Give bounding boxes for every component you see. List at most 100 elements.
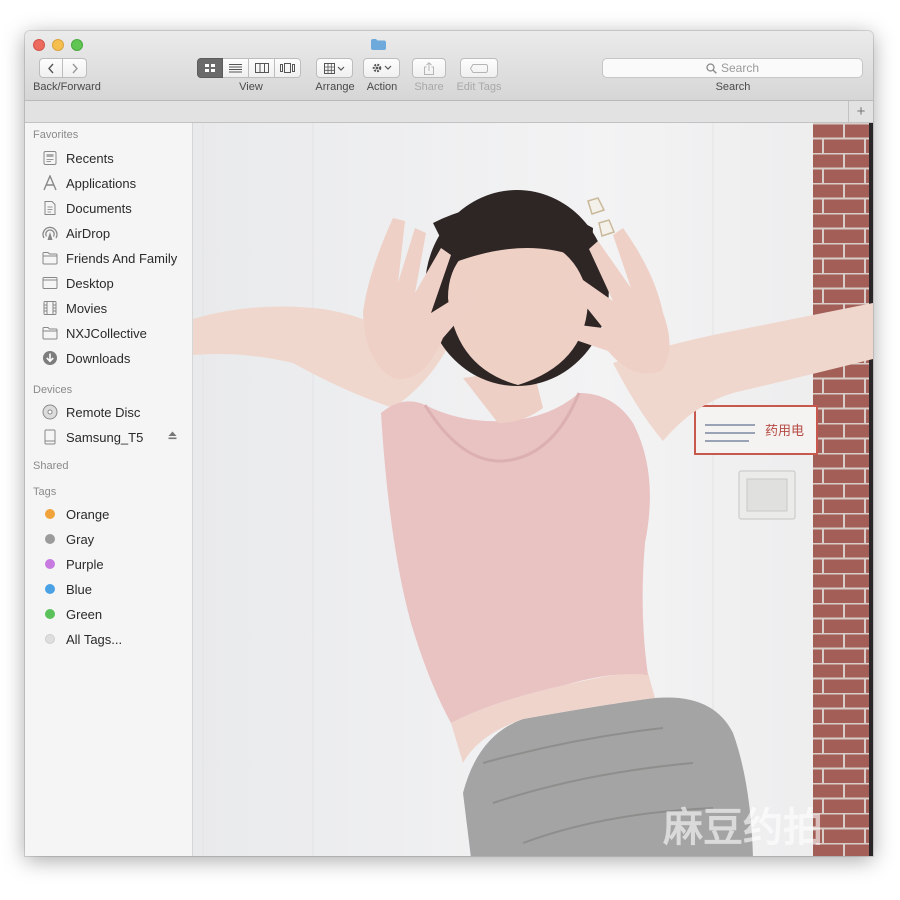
edit-tags-label: Edit Tags <box>456 81 502 93</box>
desktop-icon <box>41 275 59 291</box>
new-tab-button[interactable]: + <box>848 101 873 122</box>
search-placeholder: Search <box>720 61 760 75</box>
movies-icon <box>41 300 59 316</box>
share-button[interactable] <box>412 58 446 78</box>
sidebar-item-remote-disc[interactable]: Remote Disc <box>25 401 192 423</box>
sidebar-item-label: Documents <box>66 200 132 216</box>
sidebar-item-airdrop[interactable]: AirDrop <box>25 222 192 244</box>
icon-view-button[interactable] <box>197 58 223 78</box>
list-view-button[interactable] <box>223 58 249 78</box>
gallery-view-button[interactable] <box>275 58 301 78</box>
sidebar-tag-blue[interactable]: Blue <box>25 578 192 600</box>
drive-icon <box>41 429 59 445</box>
arrange-icon <box>323 62 344 74</box>
chevron-right-icon <box>71 63 78 73</box>
sidebar-item-label: NXJCollective <box>66 325 147 341</box>
search-icon <box>706 62 717 74</box>
back-button[interactable] <box>39 58 63 78</box>
tag-dot <box>45 609 55 619</box>
folder-icon <box>371 39 386 50</box>
sidebar-item-label: Applications <box>66 175 137 191</box>
tag-dot <box>45 584 55 594</box>
folder-icon <box>41 325 59 341</box>
forward-button[interactable] <box>63 58 87 78</box>
sidebar: Favorites Recents Applications Documents… <box>25 123 193 856</box>
sidebar-item-label: Orange <box>66 506 110 522</box>
sidebar-item-label: All Tags... <box>66 631 123 647</box>
view-label: View <box>239 81 263 93</box>
close-button[interactable] <box>33 39 45 51</box>
documents-icon <box>41 200 59 216</box>
folder-icon <box>41 250 59 266</box>
sidebar-item-friends-and-family[interactable]: Friends And Family <box>25 247 192 269</box>
wall-sign-text: 药用电 <box>765 424 804 439</box>
sidebar-item-movies[interactable]: Movies <box>25 297 192 319</box>
sidebar-item-documents[interactable]: Documents <box>25 197 192 219</box>
devices-header: Devices <box>33 384 73 396</box>
gallery-view-icon <box>280 63 295 73</box>
sidebar-tag-purple[interactable]: Purple <box>25 553 192 575</box>
sidebar-item-label: Remote Disc <box>66 404 141 420</box>
search-field[interactable]: Search <box>602 58 863 78</box>
back-forward-label: Back/Forward <box>33 81 101 93</box>
sidebar-item-samsung-t5[interactable]: Samsung_T5 <box>25 426 192 448</box>
sidebar-item-recents[interactable]: Recents <box>25 147 192 169</box>
tag-icon <box>470 63 488 73</box>
file-preview-area: 药用电 麻豆约拍 <box>193 123 873 856</box>
photo-preview: 药用电 麻豆约拍 <box>193 123 873 856</box>
sidebar-tag-orange[interactable]: Orange <box>25 503 192 525</box>
downloads-icon <box>41 350 59 366</box>
sidebar-item-label: Green <box>66 606 103 622</box>
column-view-icon <box>254 63 269 73</box>
action-label: Action <box>366 81 398 93</box>
arrange-button[interactable] <box>316 58 353 78</box>
tab-bar: + <box>25 101 873 123</box>
sidebar-item-label: Friends And Family <box>66 250 178 266</box>
watermark-text: 麻豆约拍 <box>663 805 823 851</box>
column-view-button[interactable] <box>249 58 275 78</box>
airdrop-icon <box>41 225 59 241</box>
favorites-header: Favorites <box>33 129 79 141</box>
share-icon <box>424 61 434 75</box>
chevron-left-icon <box>48 63 54 73</box>
sidebar-tag-green[interactable]: Green <box>25 603 192 625</box>
arrange-label: Arrange <box>315 81 355 93</box>
disc-icon <box>41 404 59 420</box>
shared-header: Shared <box>33 460 69 472</box>
sidebar-item-label: Desktop <box>66 275 114 291</box>
gear-icon <box>372 63 391 73</box>
sidebar-item-downloads[interactable]: Downloads <box>25 347 192 369</box>
toolbar: Back/Forward View Arrange Action Share E… <box>25 31 873 101</box>
zoom-button[interactable] <box>71 39 83 51</box>
minimize-button[interactable] <box>52 39 64 51</box>
sidebar-item-applications[interactable]: Applications <box>25 172 192 194</box>
tag-dot <box>45 534 55 544</box>
tag-dot <box>45 559 55 569</box>
share-label: Share <box>414 81 444 93</box>
tags-header: Tags <box>33 486 57 498</box>
sidebar-item-desktop[interactable]: Desktop <box>25 272 192 294</box>
sidebar-item-label: AirDrop <box>66 225 111 241</box>
edit-tags-button[interactable] <box>460 58 498 78</box>
sidebar-item-label: Movies <box>66 300 108 316</box>
sidebar-item-nxjcollective[interactable]: NXJCollective <box>25 322 192 344</box>
sidebar-item-label: Downloads <box>66 350 131 366</box>
list-view-icon <box>229 64 242 73</box>
sidebar-item-label: Recents <box>66 150 114 166</box>
finder-window: Back/Forward View Arrange Action Share E… <box>25 31 873 856</box>
sidebar-item-label: Purple <box>66 556 104 572</box>
sidebar-item-label: Blue <box>66 581 93 597</box>
sidebar-tag-all-tags[interactable]: All Tags... <box>25 628 192 650</box>
sidebar-item-label: Samsung_T5 <box>66 429 144 445</box>
icon-view-icon <box>205 64 215 72</box>
search-label: Search <box>715 81 751 93</box>
tag-dot <box>45 509 55 519</box>
tag-dot <box>45 634 55 644</box>
applications-icon <box>41 175 59 191</box>
plus-icon: + <box>856 103 866 120</box>
eject-icon[interactable] <box>168 431 177 440</box>
sidebar-item-label: Gray <box>66 531 95 547</box>
recents-icon <box>41 150 59 166</box>
action-button[interactable] <box>363 58 400 78</box>
sidebar-tag-gray[interactable]: Gray <box>25 528 192 550</box>
